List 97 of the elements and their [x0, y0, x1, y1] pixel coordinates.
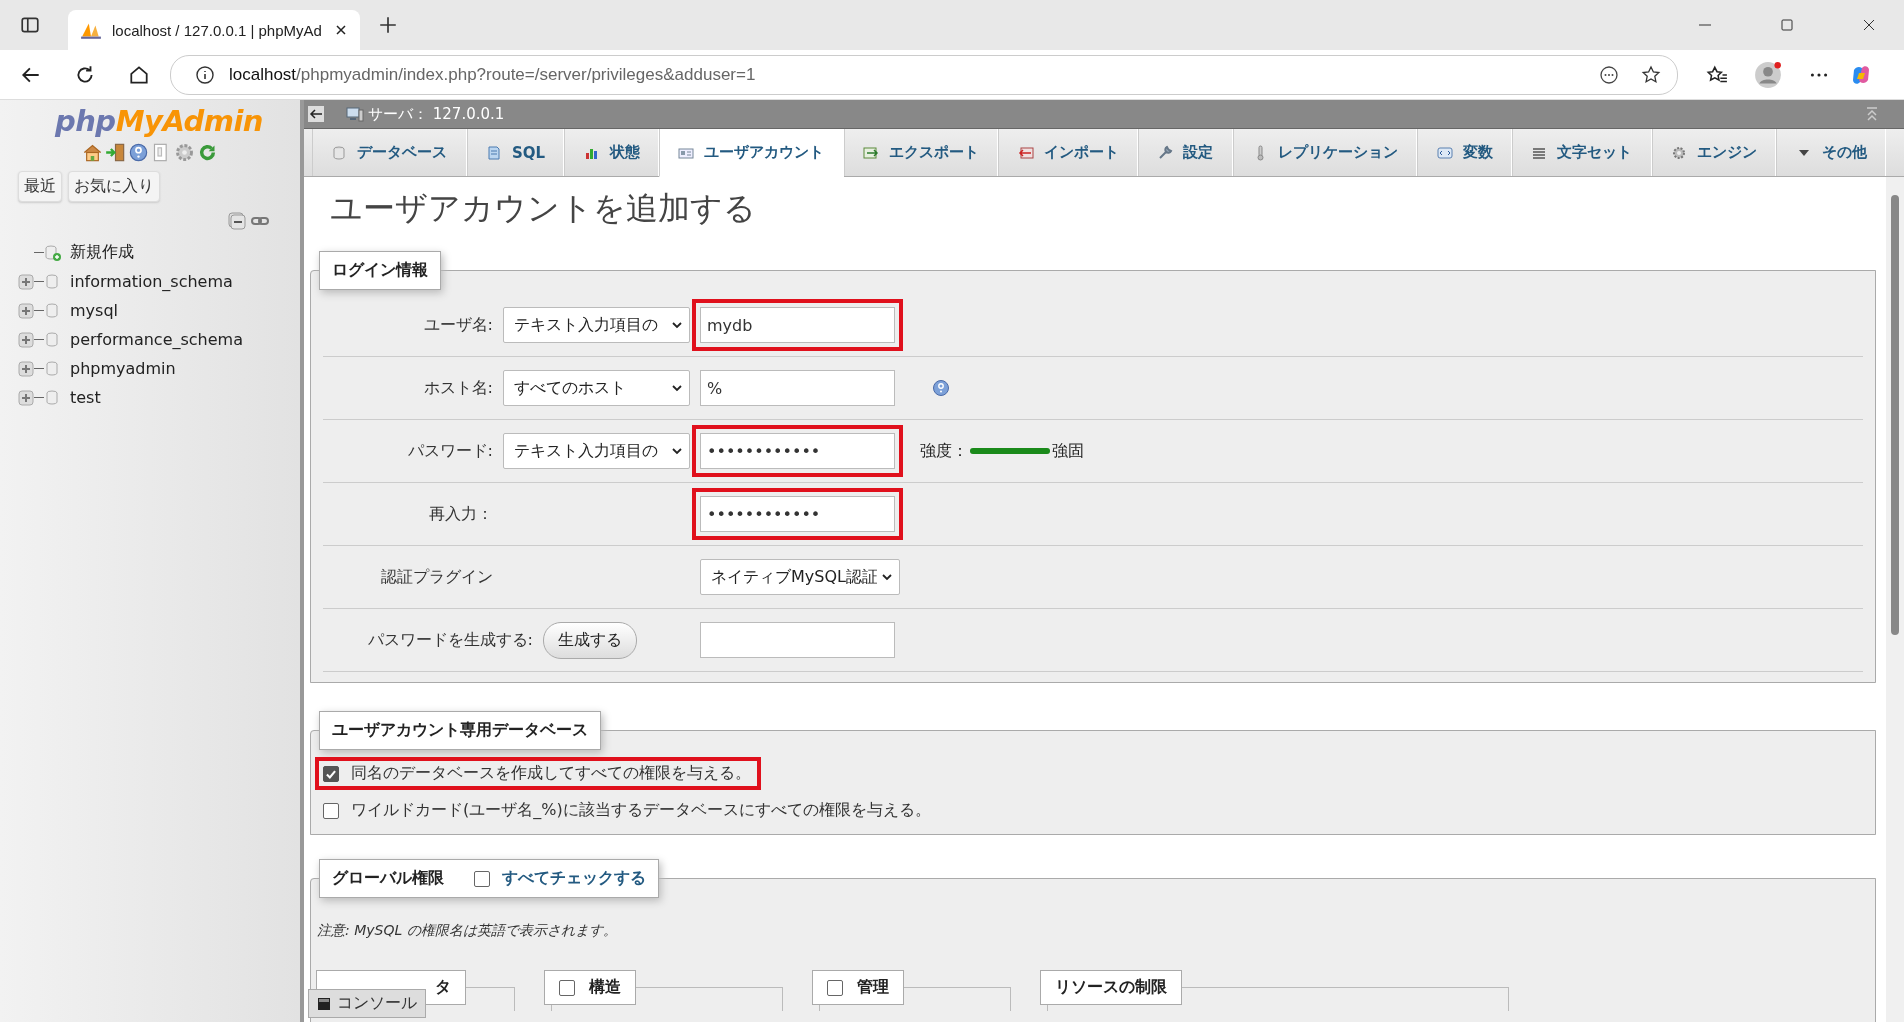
sidebar-tab[interactable]: お気に入り [68, 171, 160, 202]
legend-text: グローバル権限 [332, 868, 444, 889]
checkbox[interactable] [827, 979, 843, 996]
tab-title: localhost / 127.0.0.1 | phpMyAd [112, 21, 323, 39]
field-label: パスワード: [406, 440, 493, 462]
field-label: ユーザ名: [422, 314, 493, 336]
legend-text: タ [435, 977, 451, 996]
legend-text: 管理 [857, 977, 889, 998]
input-field[interactable]: •••••••••••• [700, 433, 895, 469]
section-legend: ログイン情報 [319, 251, 441, 290]
caret-icon [881, 571, 893, 583]
nav-tab[interactable]: エクスポート [843, 129, 999, 176]
field-label: パスワードを生成する: [366, 629, 533, 652]
dropdown[interactable]: テキスト入力項目の [503, 307, 690, 343]
exit-door-icon[interactable] [105, 142, 126, 163]
more-options-icon[interactable] [1599, 64, 1619, 85]
tree-item[interactable]: performance_schema [70, 330, 243, 349]
page-title: ユーザアカウントを追加する [330, 188, 757, 229]
gear-icon [1671, 144, 1687, 161]
caret-icon [671, 382, 683, 394]
console-button[interactable]: コンソール [308, 989, 426, 1018]
document-icon [486, 144, 502, 161]
tree-item[interactable]: information_schema [70, 272, 233, 291]
input-field[interactable]: •••••••••••• [700, 496, 895, 532]
help-icon[interactable] [128, 142, 149, 163]
wrench-icon [1157, 144, 1174, 161]
nav-tab[interactable]: インポート [998, 129, 1139, 176]
checkbox[interactable] [323, 802, 339, 819]
database-icon [331, 144, 348, 161]
server-label[interactable]: サーバ： 127.0.0.1 [368, 104, 505, 124]
input-field[interactable]: % [700, 370, 895, 406]
server-icon [346, 106, 364, 122]
option-label[interactable]: ワイルドカード(ユーザ名_%)に該当するデータベースにすべての権限を与える。 [351, 800, 931, 821]
logo-text[interactable]: phpMyAdmin [54, 104, 264, 138]
import-icon [1017, 144, 1034, 161]
nav-tab[interactable]: 文字セット [1512, 129, 1652, 176]
address-bar[interactable]: localhost/phpmyadmin/index.php?route=/server/privileges&adduser=1 [170, 54, 1678, 95]
new-tab-icon[interactable] [378, 15, 398, 35]
tree-item[interactable]: phpmyadmin [70, 359, 176, 378]
strength-label: 強度： [920, 440, 968, 462]
star-icon[interactable] [1641, 64, 1661, 85]
info-icon [195, 64, 215, 85]
sidebar-tab[interactable]: 最近 [18, 171, 62, 202]
input-field[interactable] [700, 622, 895, 658]
expand-icon[interactable] [18, 389, 34, 406]
check-all-link[interactable]: すべてチェックする [502, 868, 646, 889]
dropdown[interactable]: ネイティブMySQL認証 [700, 559, 900, 595]
sidebar-toggle-icon[interactable] [20, 15, 40, 35]
legend-text: 構造 [589, 977, 621, 998]
nav-tab[interactable]: データベース [312, 129, 467, 176]
note-text: 注意: MySQL の権限名は英語で表示されます。 [317, 922, 618, 940]
nav-tab[interactable]: レプリケーション [1232, 129, 1418, 176]
field-label: 認証プラグイン [380, 566, 493, 588]
option-label[interactable]: 同名のデータベースを作成してすべての権限を与える。 [351, 763, 751, 784]
url-text: localhost/phpmyadmin/index.php?route=/server/privileges&adduser=1 [229, 64, 756, 85]
nav-tab[interactable]: その他 [1776, 129, 1886, 176]
close-icon[interactable] [334, 23, 348, 37]
strength-text: 強固 [1052, 440, 1084, 462]
collapse-all-icon[interactable] [228, 212, 248, 230]
new-database-icon[interactable] [44, 243, 62, 262]
checkbox[interactable] [323, 765, 339, 782]
input-field[interactable]: mydb [700, 307, 895, 343]
dropdown[interactable]: テキスト入力項目の [503, 433, 690, 469]
browser-tab[interactable]: localhost / 127.0.0.1 | phpMyAd [68, 10, 360, 50]
section-legend: ユーザアカウント専用データベース [319, 711, 601, 750]
export-icon [863, 144, 880, 161]
checkbox[interactable] [559, 979, 575, 996]
nav-tab[interactable]: ユーザアカウント [659, 129, 844, 177]
expand-icon[interactable] [18, 331, 34, 348]
caret-icon [671, 319, 683, 331]
variable-icon [1436, 144, 1453, 161]
help-icon[interactable] [932, 379, 950, 397]
close-icon[interactable] [1862, 18, 1876, 32]
nav-tab[interactable]: 変数 [1417, 129, 1513, 176]
back-arrow-icon[interactable] [308, 106, 324, 122]
field-label: ホスト名: [422, 377, 493, 399]
tree-item[interactable]: 新規作成 [70, 242, 134, 263]
gear-icon[interactable] [174, 142, 195, 163]
console-icon [317, 996, 331, 1011]
nav-tab[interactable]: SQL [466, 129, 565, 176]
maximize-icon[interactable] [1780, 18, 1794, 32]
legend-text: リソースの制限 [1055, 977, 1167, 996]
expand-icon[interactable] [18, 302, 34, 319]
avatar-icon[interactable] [1754, 60, 1782, 89]
expand-icon[interactable] [18, 360, 34, 377]
caret-icon [671, 445, 683, 457]
sail-logo-icon [80, 21, 102, 39]
tree-item[interactable]: test [70, 388, 101, 407]
dropdown[interactable]: すべてのホスト [503, 370, 690, 406]
nav-tab[interactable]: 設定 [1138, 129, 1233, 176]
scrollbar[interactable] [1886, 177, 1904, 1022]
expand-icon[interactable] [18, 273, 34, 290]
nav-tab[interactable]: エンジン [1651, 129, 1777, 176]
field-label: 再入力： [428, 503, 493, 525]
generate-button[interactable]: 生成する [543, 621, 637, 659]
tree-item[interactable]: mysql [70, 301, 118, 320]
checkbox[interactable] [474, 870, 490, 887]
